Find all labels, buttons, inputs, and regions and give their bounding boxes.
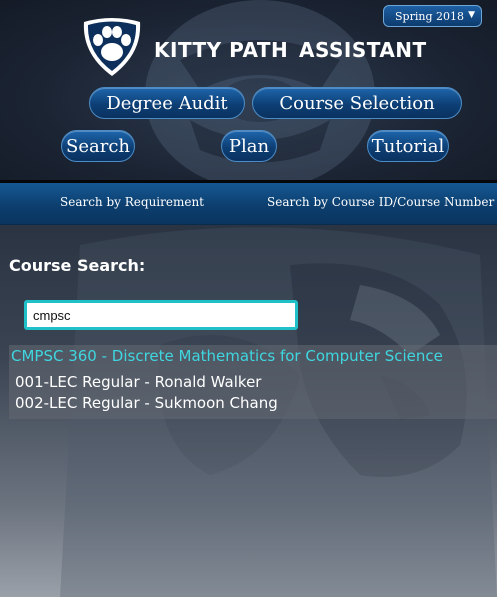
degree-audit-button[interactable]: Degree Audit [89,87,245,119]
term-selector[interactable]: Spring 2018 ▼ [383,5,482,27]
course-search-input[interactable] [24,300,298,330]
course-section-row[interactable]: 002-LEC Regular - Sukmoon Chang [15,394,278,412]
search-subnav: Search by Requirement Search by Course I… [0,183,497,225]
search-button[interactable]: Search [61,130,135,162]
brand-title-left: KITTY PATH [154,38,289,62]
paw-shield-icon [83,18,141,76]
search-results: CMPSC 360 - Discrete Mathematics for Com… [9,345,497,419]
course-selection-button[interactable]: Course Selection [252,87,462,119]
tab-search-by-requirement[interactable]: Search by Requirement [60,195,204,209]
caret-down-icon: ▼ [468,10,475,20]
tutorial-button[interactable]: Tutorial [367,130,449,162]
tab-search-by-course-id[interactable]: Search by Course ID/Course Number [267,195,494,209]
kitty-path-logo [80,14,144,78]
course-section-row[interactable]: 001-LEC Regular - Ronald Walker [15,373,261,391]
app-header: KITTY PATH ASSISTANT Spring 2018 ▼ Degre… [0,0,497,180]
brand-title-right: ASSISTANT [299,38,427,62]
course-search-heading: Course Search: [9,256,146,275]
term-label: Spring 2018 [395,9,464,23]
course-result-title[interactable]: CMPSC 360 - Discrete Mathematics for Com… [11,347,443,365]
plan-button[interactable]: Plan [221,130,277,162]
